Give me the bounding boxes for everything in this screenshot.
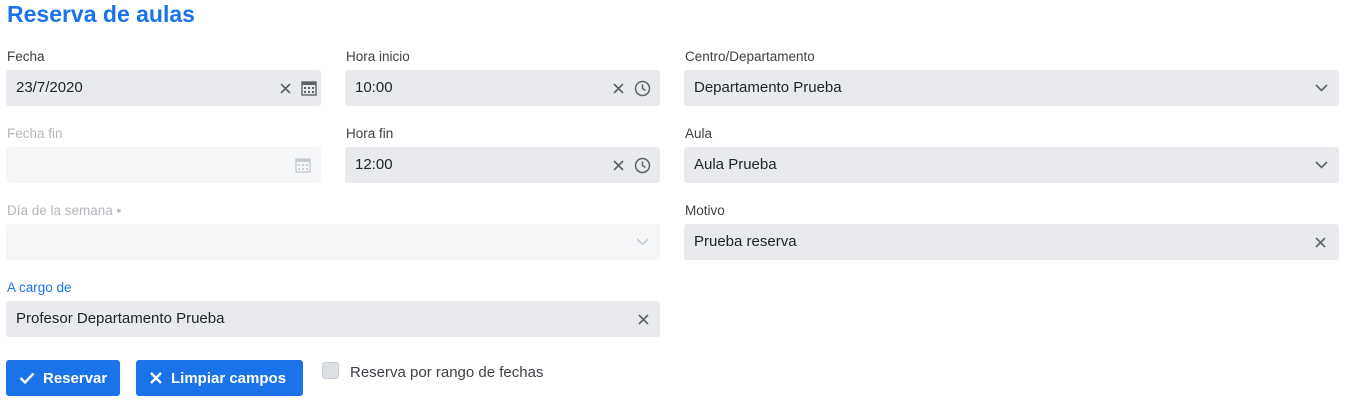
rango-fechas-label[interactable]: Reserva por rango de fechas bbox=[350, 364, 543, 381]
hora-inicio-value: 10:00 bbox=[355, 79, 393, 96]
motivo-value: Prueba reserva bbox=[694, 233, 797, 250]
close-icon[interactable] bbox=[274, 70, 296, 106]
limpiar-campos-button[interactable]: Limpiar campos bbox=[136, 360, 303, 396]
a-cargo-field[interactable]: Profesor Departamento Prueba bbox=[6, 301, 660, 337]
fecha-label: Fecha bbox=[7, 49, 45, 64]
aula-label: Aula bbox=[685, 126, 713, 141]
chevron-down-icon bbox=[630, 224, 654, 260]
centro-value: Departamento Prueba bbox=[694, 79, 842, 96]
reservar-button[interactable]: Reservar bbox=[6, 360, 120, 396]
check-icon bbox=[19, 372, 35, 384]
motivo-field[interactable]: Prueba reserva bbox=[684, 224, 1339, 260]
aula-value: Aula Prueba bbox=[694, 156, 777, 173]
fecha-fin-label: Fecha fin bbox=[7, 126, 63, 141]
hora-fin-label: Hora fin bbox=[346, 126, 394, 141]
close-icon[interactable] bbox=[607, 70, 629, 106]
clock-icon[interactable] bbox=[630, 70, 654, 106]
calendar-icon[interactable] bbox=[297, 70, 321, 106]
fecha-value: 23/7/2020 bbox=[16, 79, 83, 96]
fecha-fin-field bbox=[6, 147, 321, 183]
close-icon[interactable] bbox=[607, 147, 629, 183]
rango-fechas-checkbox[interactable] bbox=[322, 362, 339, 379]
hora-fin-value: 12:00 bbox=[355, 156, 393, 173]
close-icon[interactable] bbox=[632, 301, 654, 337]
page-title: Reserva de aulas bbox=[7, 1, 195, 27]
calendar-icon bbox=[291, 147, 315, 183]
centro-select[interactable]: Departamento Prueba bbox=[684, 70, 1339, 106]
chevron-down-icon bbox=[1309, 147, 1333, 183]
reservar-label: Reservar bbox=[43, 369, 108, 387]
aula-select[interactable]: Aula Prueba bbox=[684, 147, 1339, 183]
close-icon bbox=[149, 371, 163, 385]
fecha-field[interactable]: 23/7/2020 bbox=[6, 70, 321, 106]
motivo-label: Motivo bbox=[685, 203, 725, 218]
chevron-down-icon bbox=[1309, 70, 1333, 106]
hora-inicio-field[interactable]: 10:00 bbox=[345, 70, 660, 106]
centro-label: Centro/Departamento bbox=[685, 49, 815, 64]
limpiar-campos-label: Limpiar campos bbox=[171, 369, 287, 387]
a-cargo-value: Profesor Departamento Prueba bbox=[16, 310, 225, 327]
a-cargo-label: A cargo de bbox=[7, 280, 72, 295]
clock-icon[interactable] bbox=[630, 147, 654, 183]
hora-inicio-label: Hora inicio bbox=[346, 49, 410, 64]
close-icon[interactable] bbox=[1309, 224, 1331, 260]
dia-semana-select bbox=[6, 224, 660, 260]
hora-fin-field[interactable]: 12:00 bbox=[345, 147, 660, 183]
dia-semana-label: Día de la semana • bbox=[7, 203, 122, 218]
